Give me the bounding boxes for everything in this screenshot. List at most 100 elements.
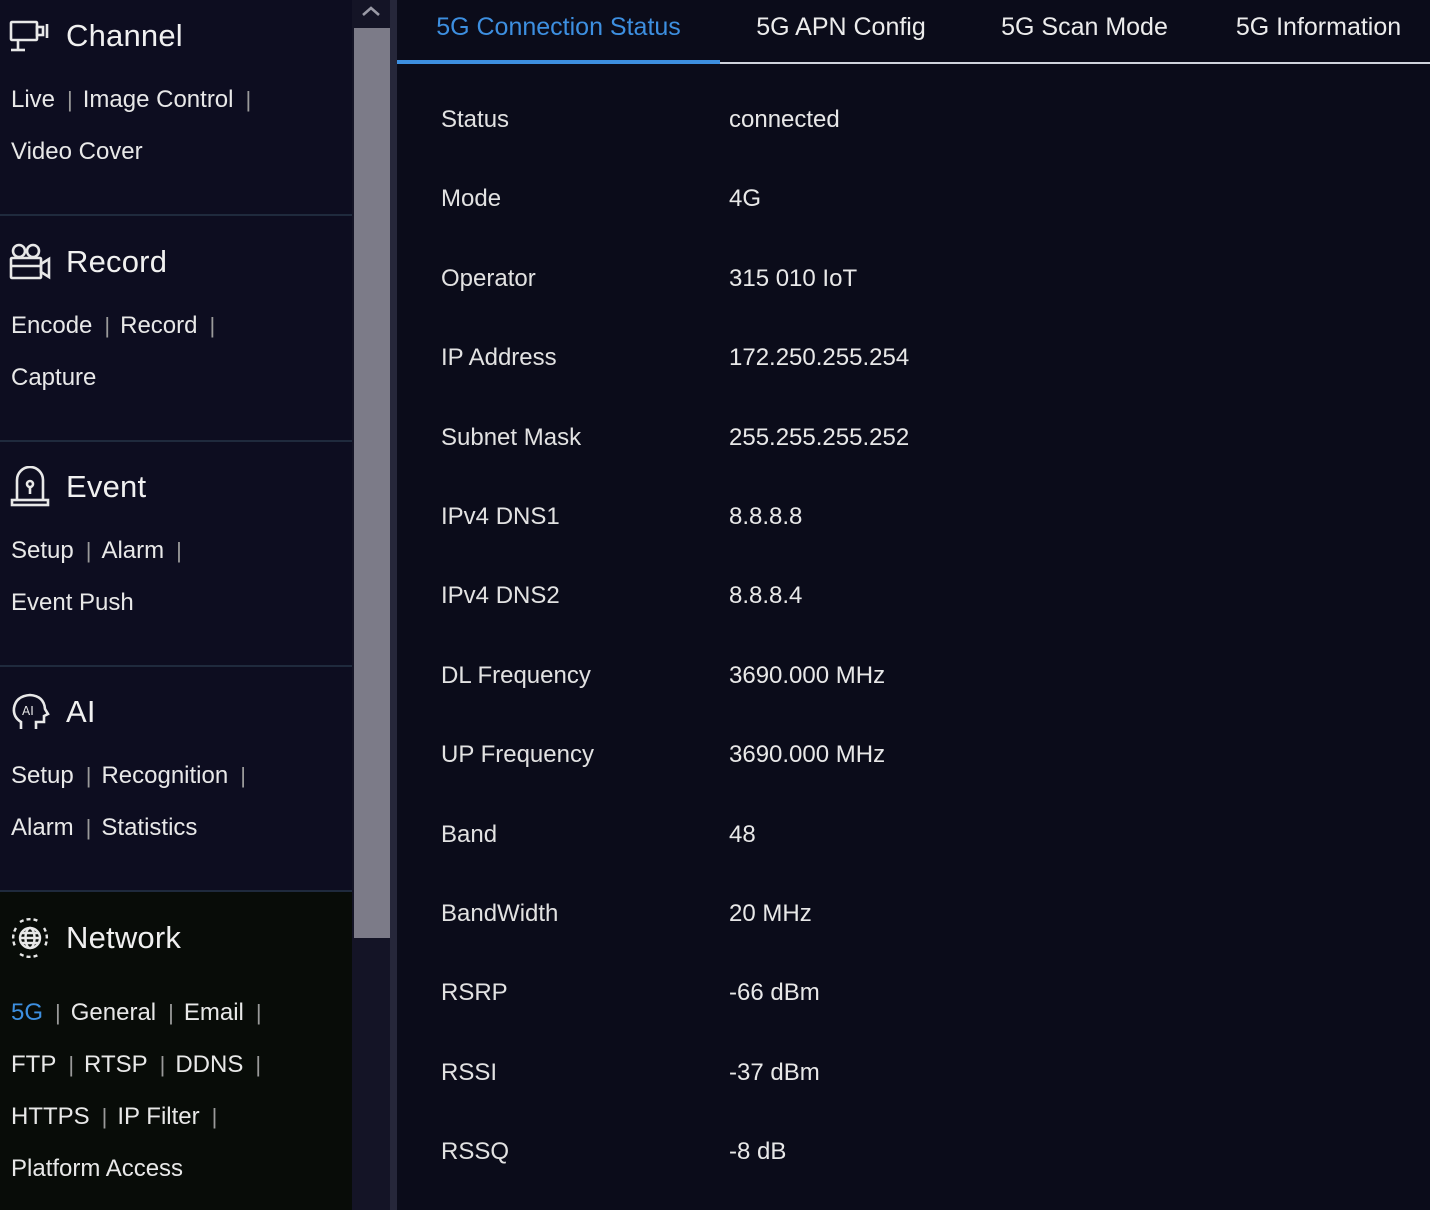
row-label: IPv4 DNS1	[441, 502, 560, 530]
row-value: connected	[729, 106, 840, 133]
sidebar-header-ai[interactable]: AI AI	[8, 690, 96, 734]
sidebar-header-channel[interactable]: Channel	[8, 14, 183, 58]
status-row: Mode 4G	[397, 159, 1430, 238]
sidebar-link-encode[interactable]: Encode	[11, 312, 92, 339]
tab-bar: 5G Connection Status 5G APN Config 5G Sc…	[397, 0, 1430, 64]
row-value: -66 dBm	[729, 979, 820, 1007]
link-separator: |	[104, 313, 111, 338]
row-value: 3690.000 MHz	[729, 741, 886, 769]
status-row: IPv4 DNS2 8.8.8.4	[397, 556, 1430, 635]
sidebar-link-platform-access[interactable]: Platform Access	[11, 1155, 183, 1182]
sidebar-title-network: Network	[66, 920, 182, 955]
sidebar-section-record: Record Encode | Record | Capture	[0, 226, 352, 442]
sidebar-link-record[interactable]: Record	[120, 312, 197, 339]
link-separator: |	[240, 763, 246, 788]
link-separator: |	[211, 1104, 218, 1129]
tab-5g-scan-mode[interactable]: 5G Scan Mode	[962, 0, 1207, 62]
sidebar-section-network: Network 5G | General | Email | FTP | RTSP | DDNS |…	[0, 892, 352, 1210]
scroll-up-button[interactable]	[352, 0, 390, 26]
chevron-up-icon	[361, 4, 381, 22]
sidebar-scrollbar[interactable]	[352, 0, 390, 1210]
ai-icon: AI	[8, 690, 52, 734]
panel-divider	[390, 0, 397, 1210]
link-separator: |	[168, 1000, 174, 1025]
status-row: UP Frequency 3690.000 MHz	[397, 715, 1430, 794]
sidebar-title-ai: AI	[66, 694, 96, 729]
main-panel: 5G Connection Status 5G APN Config 5G Sc…	[397, 0, 1430, 1210]
event-icon	[8, 465, 52, 509]
sidebar-link-5g[interactable]: 5G	[11, 999, 43, 1026]
sidebar-title-channel: Channel	[66, 18, 183, 53]
row-label: RSSQ	[441, 1138, 510, 1166]
sidebar-link-live[interactable]: Live	[11, 86, 55, 113]
sidebar-header-event[interactable]: Event	[8, 465, 146, 509]
sidebar-link-alarm[interactable]: Alarm	[101, 537, 164, 564]
status-row: Subnet Mask 255.255.255.252	[397, 398, 1430, 477]
sidebar-link-setup[interactable]: Setup	[11, 537, 74, 564]
link-separator: |	[101, 1104, 108, 1129]
link-separator: |	[209, 313, 216, 338]
row-label: RSRP	[441, 979, 508, 1007]
row-value: 315 010 IoT	[729, 264, 858, 292]
row-label: DL Frequency	[441, 661, 591, 689]
row-value: -37 dBm	[729, 1058, 820, 1086]
row-value: 172.250.255.254	[729, 344, 910, 372]
sidebar-link-ip-filter[interactable]: IP Filter	[117, 1103, 199, 1130]
link-separator: |	[255, 1000, 262, 1025]
link-separator: |	[176, 538, 182, 563]
link-separator: |	[245, 87, 252, 112]
tab-5g-connection-status[interactable]: 5G Connection Status	[397, 0, 720, 64]
sidebar-link-general[interactable]: General	[71, 999, 156, 1026]
link-separator: |	[85, 815, 92, 840]
tab-5g-information[interactable]: 5G Information	[1207, 0, 1430, 62]
sidebar-link-ftp[interactable]: FTP	[11, 1051, 56, 1078]
row-label: Mode	[441, 185, 502, 213]
sidebar-link-ddns[interactable]: DDNS	[175, 1051, 243, 1078]
sidebar-link-rtsp[interactable]: RTSP	[84, 1051, 148, 1078]
row-label: Band	[441, 820, 498, 848]
sidebar-title-record: Record	[66, 244, 168, 279]
link-separator: |	[55, 1000, 61, 1025]
channel-icon	[8, 14, 52, 58]
row-value: 8.8.8.4	[729, 582, 803, 610]
sidebar-header-record[interactable]: Record	[8, 240, 167, 284]
row-value: 8.8.8.8	[729, 502, 803, 530]
row-label: IP Address	[441, 344, 557, 372]
row-value: 48	[729, 820, 756, 848]
status-table: Status connected Mode 4G Operator 315 010 I…	[397, 80, 1430, 1191]
sidebar-link-https[interactable]: HTTPS	[11, 1103, 90, 1130]
status-row: RSSQ -8 dB	[397, 1112, 1430, 1191]
sidebar-links-ai: Setup | Recognition | Alarm | Statistics	[11, 750, 341, 854]
row-label: Operator	[441, 264, 536, 292]
sidebar-link-image-control[interactable]: Image Control	[83, 86, 234, 113]
sidebar: Channel Live | Image Control | Video Cover	[0, 0, 352, 1210]
row-value: -8 dB	[729, 1138, 787, 1166]
row-label: BandWidth	[441, 899, 559, 927]
network-icon	[8, 916, 52, 960]
status-row: RSSI -37 dBm	[397, 1033, 1430, 1112]
row-label: Status	[441, 106, 510, 133]
tab-5g-apn-config[interactable]: 5G APN Config	[720, 0, 962, 62]
scroll-thumb[interactable]	[354, 28, 390, 938]
sidebar-section-event: Event Setup | Alarm | Event Push	[0, 451, 352, 667]
sidebar-link-capture[interactable]: Capture	[11, 364, 96, 391]
row-label: RSSI	[441, 1058, 498, 1086]
sidebar-link-video-cover[interactable]: Video Cover	[11, 138, 143, 165]
row-value: 20 MHz	[729, 899, 812, 927]
status-row: Status connected	[397, 80, 1430, 159]
sidebar-link-recognition[interactable]: Recognition	[101, 762, 228, 789]
sidebar-link-statistics[interactable]: Statistics	[101, 814, 197, 841]
sidebar-link-email[interactable]: Email	[184, 999, 244, 1026]
status-row: IP Address 172.250.255.254	[397, 318, 1430, 397]
sidebar-link-ai-setup[interactable]: Setup	[11, 762, 74, 789]
row-value: 255.255.255.252	[729, 423, 910, 451]
sidebar-link-ai-alarm[interactable]: Alarm	[11, 814, 74, 841]
sidebar-links-network: 5G | General | Email | FTP | RTSP | DDNS | HTTPS | I…	[11, 987, 341, 1195]
status-row: Operator 315 010 IoT	[397, 239, 1430, 318]
link-separator: |	[85, 538, 92, 563]
sidebar-link-event-push[interactable]: Event Push	[11, 589, 134, 616]
row-label: IPv4 DNS2	[441, 582, 560, 610]
status-row: RSRP -66 dBm	[397, 953, 1430, 1032]
sidebar-header-network[interactable]: Network	[8, 916, 181, 960]
status-row: Band 48	[397, 795, 1430, 874]
